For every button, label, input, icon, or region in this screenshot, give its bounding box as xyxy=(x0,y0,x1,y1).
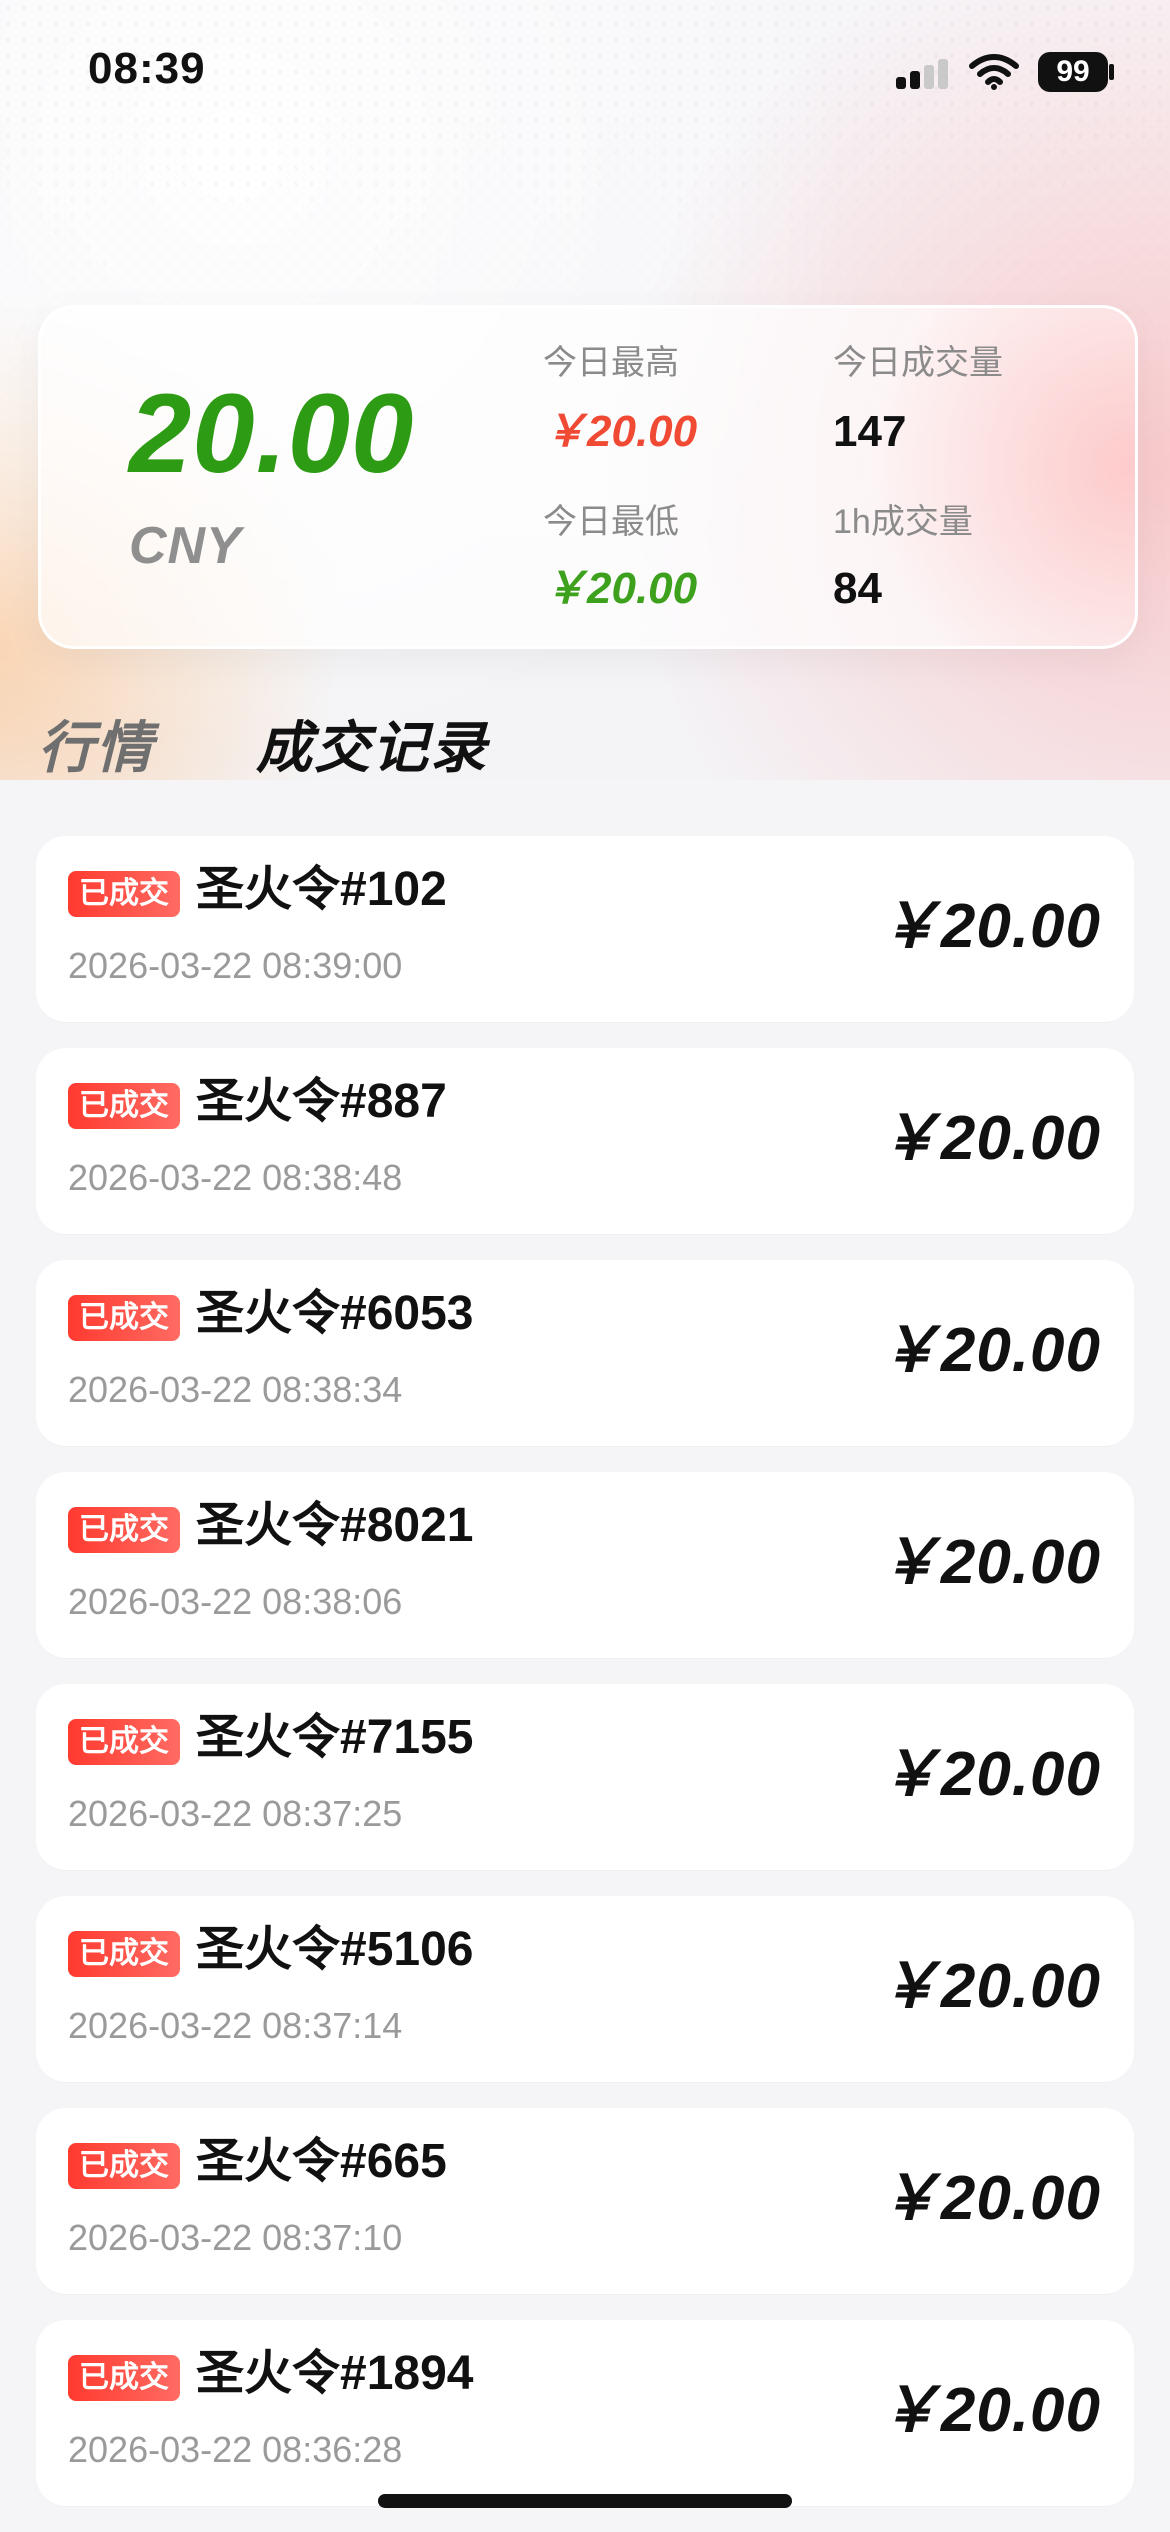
status-bar: 08:39 99 xyxy=(0,0,1170,140)
record-price: ￥20.00 xyxy=(877,892,1101,961)
today-volume-label: 今日成交量 xyxy=(833,344,1003,382)
record-price: ￥20.00 xyxy=(877,1740,1101,1809)
record-time: 2026-03-22 08:39:00 xyxy=(68,945,403,986)
today-volume-value: 147 xyxy=(833,407,907,456)
today-low-label: 今日最低 xyxy=(543,503,679,541)
trade-record-list: 已成交 圣火令#102 2026-03-22 08:39:00 ￥20.00 已… xyxy=(36,836,1134,2526)
record-price: ￥20.00 xyxy=(877,1104,1101,1173)
trade-record-card[interactable]: 已成交 圣火令#8021 2026-03-22 08:38:06 ￥20.00 xyxy=(36,1472,1134,1658)
trade-record-card[interactable]: 已成交 圣火令#665 2026-03-22 08:37:10 ￥20.00 xyxy=(36,2108,1134,2294)
record-time: 2026-03-22 08:37:14 xyxy=(68,2005,403,2046)
record-title: 圣火令#8021 xyxy=(196,1499,474,1552)
record-title: 圣火令#5106 xyxy=(196,1923,474,1976)
home-indicator[interactable] xyxy=(378,2494,792,2508)
status-icons: 99 xyxy=(896,50,1114,94)
battery-icon: 99 xyxy=(1038,52,1114,92)
record-price: ￥20.00 xyxy=(877,1528,1101,1597)
record-time: 2026-03-22 08:36:28 xyxy=(68,2429,403,2470)
record-price: ￥20.00 xyxy=(877,1316,1101,1385)
record-time: 2026-03-22 08:38:34 xyxy=(68,1369,403,1410)
status-badge: 已成交 xyxy=(68,2143,180,2189)
status-badge: 已成交 xyxy=(68,1719,180,1765)
summary-card: 20.00 CNY 今日最高 ￥20.00 今日最低 ￥20.00 今日成交量 … xyxy=(38,305,1138,649)
record-price: ￥20.00 xyxy=(877,2376,1101,2445)
record-time: 2026-03-22 08:37:25 xyxy=(68,1793,403,1834)
today-high-value: ￥20.00 xyxy=(543,407,698,456)
wifi-icon xyxy=(969,54,1019,90)
today-high-label: 今日最高 xyxy=(543,344,679,382)
status-badge: 已成交 xyxy=(68,871,180,917)
trade-record-card[interactable]: 已成交 圣火令#102 2026-03-22 08:39:00 ￥20.00 xyxy=(36,836,1134,1022)
trade-record-card[interactable]: 已成交 圣火令#887 2026-03-22 08:38:48 ￥20.00 xyxy=(36,1048,1134,1234)
record-price: ￥20.00 xyxy=(877,1952,1101,2021)
status-badge: 已成交 xyxy=(68,1507,180,1553)
status-badge: 已成交 xyxy=(68,2355,180,2401)
hour-volume-value: 84 xyxy=(833,564,882,613)
status-badge: 已成交 xyxy=(68,1295,180,1341)
record-time: 2026-03-22 08:38:06 xyxy=(68,1581,403,1622)
record-title: 圣火令#665 xyxy=(196,2135,447,2188)
hour-volume-label: 1h成交量 xyxy=(833,503,973,541)
trade-record-card[interactable]: 已成交 圣火令#1894 2026-03-22 08:36:28 ￥20.00 xyxy=(36,2320,1134,2506)
current-price: 20.00 xyxy=(129,371,415,496)
tab-market[interactable]: 行情 xyxy=(38,720,154,776)
tabs: 行情 成交记录 xyxy=(38,720,738,810)
record-price: ￥20.00 xyxy=(877,2164,1101,2233)
record-title: 圣火令#887 xyxy=(196,1075,447,1128)
battery-level: 99 xyxy=(1056,55,1090,88)
record-title: 圣火令#1894 xyxy=(196,2347,474,2400)
status-badge: 已成交 xyxy=(68,1931,180,1977)
currency-label: CNY xyxy=(129,517,242,575)
trade-record-card[interactable]: 已成交 圣火令#6053 2026-03-22 08:38:34 ￥20.00 xyxy=(36,1260,1134,1446)
record-title: 圣火令#6053 xyxy=(196,1287,474,1340)
status-badge: 已成交 xyxy=(68,1083,180,1129)
status-time: 08:39 xyxy=(88,44,206,93)
record-time: 2026-03-22 08:38:48 xyxy=(68,1157,403,1198)
today-low-value: ￥20.00 xyxy=(543,564,698,613)
record-time: 2026-03-22 08:37:10 xyxy=(68,2217,403,2258)
record-title: 圣火令#102 xyxy=(196,863,447,916)
record-title: 圣火令#7155 xyxy=(196,1711,474,1764)
tab-trade-records[interactable]: 成交记录 xyxy=(256,720,488,776)
trade-record-card[interactable]: 已成交 圣火令#5106 2026-03-22 08:37:14 ￥20.00 xyxy=(36,1896,1134,2082)
trade-record-card[interactable]: 已成交 圣火令#7155 2026-03-22 08:37:25 ￥20.00 xyxy=(36,1684,1134,1870)
signal-icon xyxy=(896,55,950,89)
